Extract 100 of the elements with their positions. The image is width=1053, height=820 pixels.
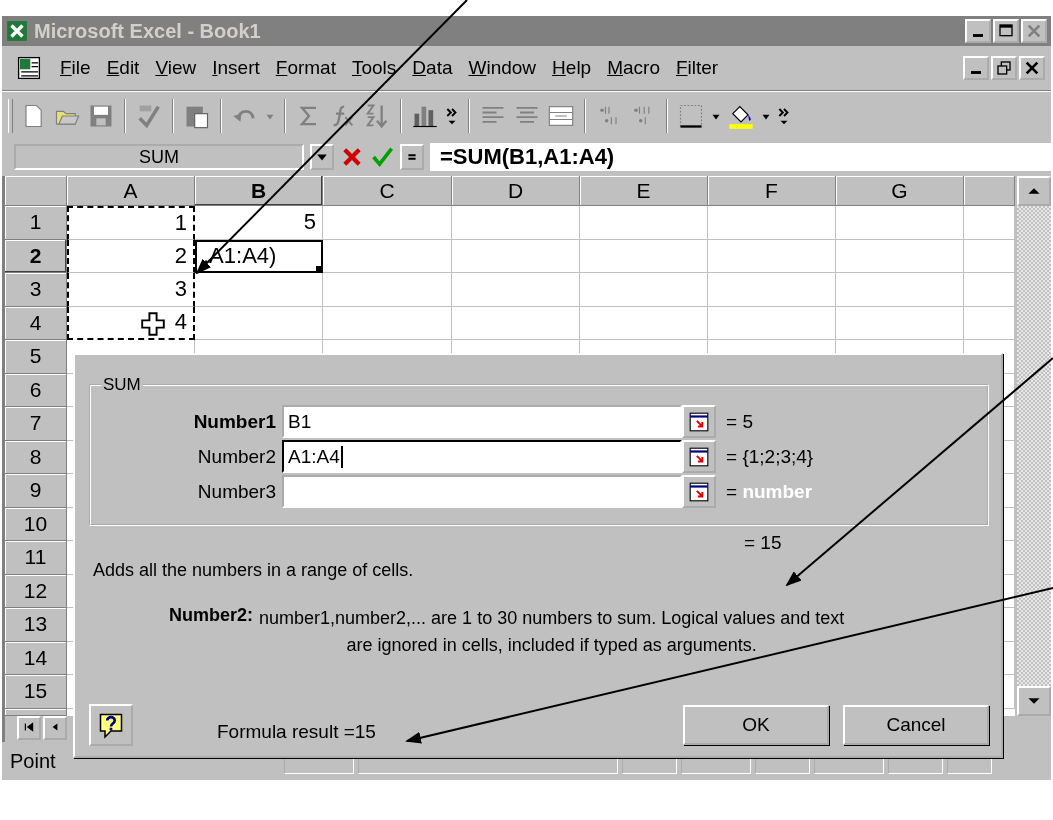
row-header[interactable]: 9 [5, 474, 67, 508]
column-header[interactable]: B [195, 176, 323, 206]
close-icon [1024, 60, 1040, 76]
name-box[interactable]: SUM [14, 144, 304, 170]
table-cell[interactable] [323, 239, 452, 273]
row-header[interactable]: 13 [5, 608, 67, 642]
table-cell[interactable] [836, 306, 964, 340]
minimize-button[interactable] [963, 56, 989, 80]
borders-icon[interactable] [677, 102, 705, 130]
row-header[interactable]: 10 [5, 507, 67, 541]
scroll-up-button[interactable] [1017, 176, 1051, 206]
spreadsheet-logo-icon [6, 20, 28, 42]
menu-item[interactable]: Window [460, 57, 545, 79]
column-header[interactable] [964, 176, 1015, 206]
row-header[interactable]: 4 [5, 306, 67, 340]
menu-item[interactable]: Format [267, 57, 344, 79]
collapse-dialog-button[interactable] [682, 440, 716, 473]
formula-input[interactable]: =SUM(B1,A1:A4) [430, 143, 1051, 171]
table-cell[interactable] [580, 206, 708, 240]
menu-item[interactable]: Edit [98, 57, 148, 79]
table-cell[interactable] [580, 239, 708, 273]
table-cell[interactable]: 1 [67, 206, 195, 240]
first-arrow-icon [23, 720, 35, 733]
menu-item[interactable]: Tools [343, 57, 405, 79]
column-header[interactable]: G [836, 176, 964, 206]
table-cell[interactable]: 5 [195, 206, 323, 240]
table-cell[interactable] [708, 273, 836, 307]
argument-name: Number2: [169, 605, 253, 627]
argument-field[interactable]: B1 [282, 405, 682, 438]
menu-item[interactable]: Data [404, 57, 461, 79]
equals-icon [406, 151, 418, 163]
select-all-corner[interactable] [5, 176, 67, 206]
minimize-icon [973, 34, 983, 37]
help-button[interactable] [89, 704, 133, 746]
formula-result: Formula result =15 [217, 721, 376, 743]
menu-item[interactable]: Insert [204, 57, 268, 79]
previous-sheet-button[interactable] [43, 716, 67, 740]
minimize-button[interactable] [965, 19, 991, 43]
argument-field[interactable]: A1:A4 [282, 440, 682, 473]
table-cell[interactable] [836, 273, 964, 307]
cancel-button[interactable]: Cancel [843, 705, 989, 745]
ok-button[interactable]: OK [683, 705, 829, 745]
row-header[interactable]: 2 [5, 239, 67, 273]
table-cell[interactable] [323, 206, 452, 240]
table-cell[interactable] [452, 239, 580, 273]
first-sheet-button[interactable] [17, 716, 41, 740]
menu-item[interactable]: Macro [599, 57, 668, 79]
collapse-dialog-icon [688, 446, 710, 468]
column-header[interactable]: E [580, 176, 708, 206]
row-header[interactable] [5, 708, 67, 716]
row-header[interactable]: 3 [5, 273, 67, 307]
column-header[interactable]: C [323, 176, 452, 206]
row-header[interactable]: 5 [5, 340, 67, 374]
restore-button[interactable] [991, 56, 1017, 80]
column-header[interactable]: F [708, 176, 836, 206]
menu-item[interactable]: View [147, 57, 205, 79]
table-cell[interactable] [836, 239, 964, 273]
minimize-icon [971, 71, 981, 74]
row-header[interactable]: 14 [5, 641, 67, 675]
column-header[interactable]: A [67, 176, 195, 206]
collapse-dialog-button[interactable] [682, 475, 716, 508]
close-button[interactable] [1019, 56, 1045, 80]
table-cell[interactable] [452, 206, 580, 240]
workbook-icon[interactable] [16, 55, 42, 81]
column-header[interactable]: D [452, 176, 580, 206]
collapse-dialog-button[interactable] [682, 405, 716, 438]
window-title: Microsoft Excel - Book1 [34, 19, 261, 43]
table-cell[interactable] [452, 273, 580, 307]
menu-item[interactable]: Help [544, 57, 600, 79]
row-header[interactable]: 1 [5, 206, 67, 240]
menu-item[interactable]: Filter [667, 57, 727, 79]
table-cell[interactable] [708, 239, 836, 273]
table-cell[interactable] [580, 306, 708, 340]
function-description: Adds all the numbers in a range of cells. [93, 560, 415, 581]
table-cell[interactable] [323, 306, 452, 340]
row-header[interactable]: 11 [5, 541, 67, 575]
table-cell[interactable]: 3 [67, 273, 195, 307]
argument-help-text: are ignored in cells, included if typed as arguments. [346, 634, 757, 657]
scroll-down-button[interactable] [1017, 686, 1051, 716]
row-header[interactable]: 7 [5, 407, 67, 441]
argument-result: = number [726, 480, 813, 503]
maximize-button[interactable] [993, 19, 1019, 43]
argument-field[interactable] [282, 475, 682, 508]
table-cell[interactable] [195, 306, 323, 340]
row-header[interactable]: 8 [5, 440, 67, 474]
checkmark-icon[interactable] [370, 145, 394, 169]
edit-formula-button[interactable] [400, 144, 424, 170]
table-cell[interactable] [580, 273, 708, 307]
table-cell[interactable] [708, 206, 836, 240]
table-cell[interactable] [195, 273, 323, 307]
name-box-dropdown[interactable] [310, 144, 334, 170]
row-header[interactable]: 15 [5, 675, 67, 709]
table-cell[interactable] [708, 306, 836, 340]
table-cell[interactable] [323, 273, 452, 307]
menu-item[interactable]: File [52, 57, 99, 79]
row-header[interactable]: 6 [5, 373, 67, 407]
table-cell[interactable] [452, 306, 580, 340]
table-cell[interactable] [836, 206, 964, 240]
row-header[interactable]: 12 [5, 574, 67, 608]
collapse-dialog-icon [688, 411, 710, 433]
